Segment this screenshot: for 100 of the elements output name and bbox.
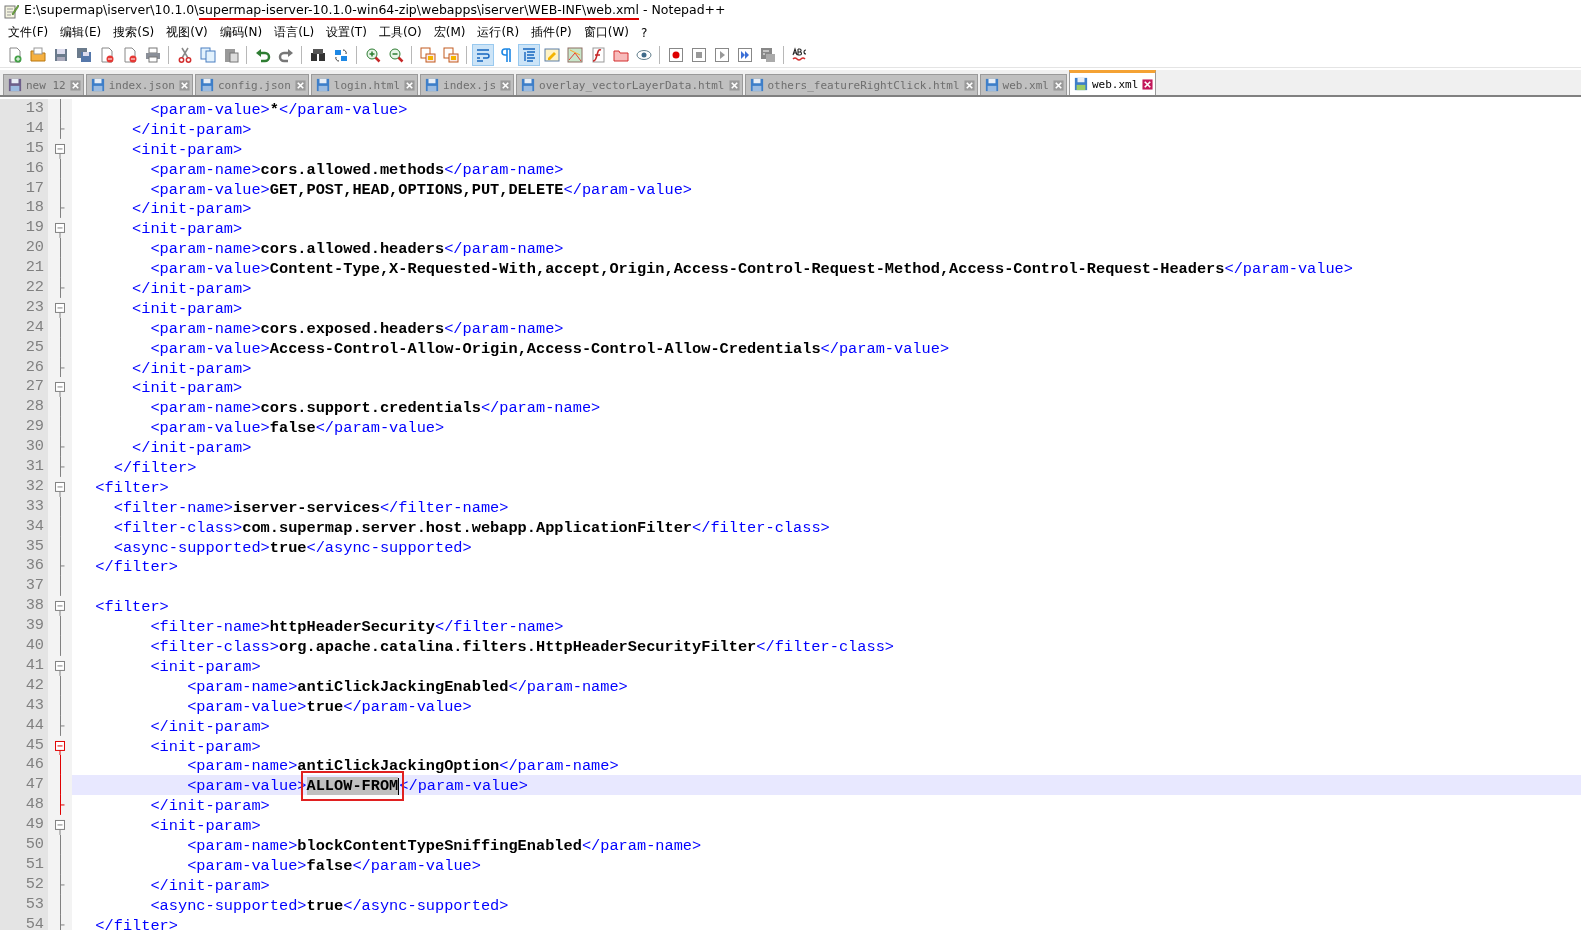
scissors-icon <box>176 47 193 63</box>
code-line: <param-name>antiClickJackingOption</param-name> <box>186 757 619 776</box>
window-title: E:\supermap\iserver\10.1.0\supermap-iserver-10.1.0-win64-zip\webapps\iserver\WEB-INF\web.xml - Notepad++ <box>24 2 726 20</box>
menu-item[interactable]: 文件(F) <box>2 23 55 42</box>
line-number: 40 <box>0 636 48 656</box>
code-line: </init-param> <box>131 200 252 219</box>
close-icon[interactable] <box>1142 78 1154 90</box>
line-number: 25 <box>0 337 48 358</box>
line-number: 17 <box>0 178 48 199</box>
menu-item[interactable]: 运行(R) <box>471 23 526 42</box>
line-number: 42 <box>0 675 48 696</box>
menu-item[interactable]: 工具(O) <box>372 23 428 42</box>
stop-icon <box>690 47 707 63</box>
zoom-in-icon <box>364 47 381 63</box>
menu-item[interactable]: 插件(P) <box>525 23 578 42</box>
line-number: 32 <box>0 476 48 497</box>
code-line: <filter> <box>94 598 169 617</box>
code-line: </init-param> <box>131 120 252 139</box>
menu-item[interactable]: ? <box>634 24 654 41</box>
code-line: <param-name>cors.allowed.methods</param-name> <box>149 160 564 179</box>
code-line: <param-value>Access-Control-Allow-Origin,Access-Control-Allow-Credentials</param-value> <box>149 339 950 358</box>
line-number: 34 <box>0 516 48 537</box>
line-number: 50 <box>0 834 48 855</box>
line-number: 41 <box>0 655 48 676</box>
line-number: 20 <box>0 238 48 259</box>
code-line: <filter-name>httpHeaderSecurity</filter-name> <box>149 618 564 637</box>
code-line: <param-name>cors.allowed.headers</param-name> <box>149 240 564 259</box>
close-icon[interactable] <box>728 79 740 91</box>
code-line: <init-param> <box>149 737 261 756</box>
close-icon[interactable] <box>1052 79 1064 91</box>
code-line: </init-param> <box>131 280 252 298</box>
code-line: </filter> <box>112 459 197 478</box>
spell-check-icon <box>791 47 808 63</box>
line-number: 39 <box>0 616 48 637</box>
line-number: 21 <box>0 258 48 278</box>
line-number: 48 <box>0 795 48 816</box>
menu-item[interactable]: 宏(M) <box>427 23 472 42</box>
line-number: 36 <box>0 556 48 577</box>
floppy-disks-icon <box>75 47 92 63</box>
code-line: <init-param> <box>131 140 243 159</box>
printer-icon <box>144 47 161 63</box>
code-line: <param-value>true</param-value> <box>186 697 472 716</box>
notepad-icon <box>3 3 19 19</box>
undo-icon <box>254 47 271 63</box>
menu-item[interactable]: 编辑(E) <box>54 23 108 42</box>
fast-forward-icon <box>736 47 753 63</box>
close-icon[interactable] <box>294 79 306 91</box>
line-number: 37 <box>0 576 48 597</box>
binoculars-icon <box>309 47 326 63</box>
eye-icon <box>635 47 652 63</box>
line-number: 45 <box>0 735 48 756</box>
zoom-out-icon <box>387 47 404 63</box>
code-line: <async-supported>true</async-supported> <box>149 896 509 915</box>
new-file-icon <box>6 47 23 63</box>
code-line: </filter> <box>94 558 178 577</box>
record-icon <box>667 47 684 63</box>
code-line: <param-name>cors.support.credentials</param-name> <box>149 399 601 418</box>
line-number: 33 <box>0 496 48 517</box>
line-number: 46 <box>0 755 48 776</box>
map-icon <box>566 47 583 63</box>
close-icon[interactable] <box>179 79 190 91</box>
code-line: </init-param> <box>149 876 270 895</box>
close-icon[interactable] <box>963 79 975 91</box>
code-line: <param-value>false</param-value> <box>149 419 445 438</box>
code-line: <init-param> <box>149 817 261 836</box>
line-number: 19 <box>0 218 48 239</box>
code-line: </init-param> <box>149 717 270 736</box>
line-number: 18 <box>0 198 48 219</box>
wrap-icon <box>474 47 491 63</box>
close-file-icon <box>98 47 115 63</box>
menu-item[interactable]: 设置(T) <box>320 23 373 42</box>
line-number: 26 <box>0 357 48 378</box>
line-number: 51 <box>0 854 48 875</box>
close-icon[interactable] <box>69 79 81 91</box>
open-folder-icon <box>29 47 46 63</box>
line-number: 38 <box>0 596 48 617</box>
menu-item[interactable]: 视图(V) <box>160 23 214 42</box>
line-number: 23 <box>0 297 48 318</box>
code-line: <filter-name>iserver-services</filter-name> <box>112 498 509 517</box>
code-line: </init-param> <box>131 359 252 378</box>
menu-item[interactable]: 窗口(W) <box>577 23 635 42</box>
menu-item[interactable]: 语言(L) <box>268 23 321 42</box>
code-line: <param-name>cors.exposed.headers</param-name> <box>149 319 564 338</box>
code-line: <param-name>antiClickJackingEnabled</param-name> <box>186 677 628 696</box>
line-number: 16 <box>0 158 48 179</box>
line-number: 27 <box>0 377 48 398</box>
line-number: 14 <box>0 118 48 139</box>
close-files-icon <box>121 47 138 63</box>
code-line: <init-param> <box>131 220 243 239</box>
code-line: <filter-class>org.apache.catalina.filters.HttpHeaderSecurityFilter</filter-class> <box>149 638 894 657</box>
code-line: <param-value>*</param-value> <box>149 101 408 119</box>
close-icon[interactable] <box>500 79 512 91</box>
close-icon[interactable] <box>404 79 416 91</box>
menu-item[interactable]: 搜索(S) <box>107 23 161 42</box>
file-tab[interactable]: web.xml <box>1068 70 1157 95</box>
line-number: 35 <box>0 536 48 557</box>
code-line: <init-param> <box>149 657 261 676</box>
redo-icon <box>277 47 294 63</box>
line-number: 24 <box>0 317 48 338</box>
menu-item[interactable]: 编码(N) <box>213 23 269 42</box>
